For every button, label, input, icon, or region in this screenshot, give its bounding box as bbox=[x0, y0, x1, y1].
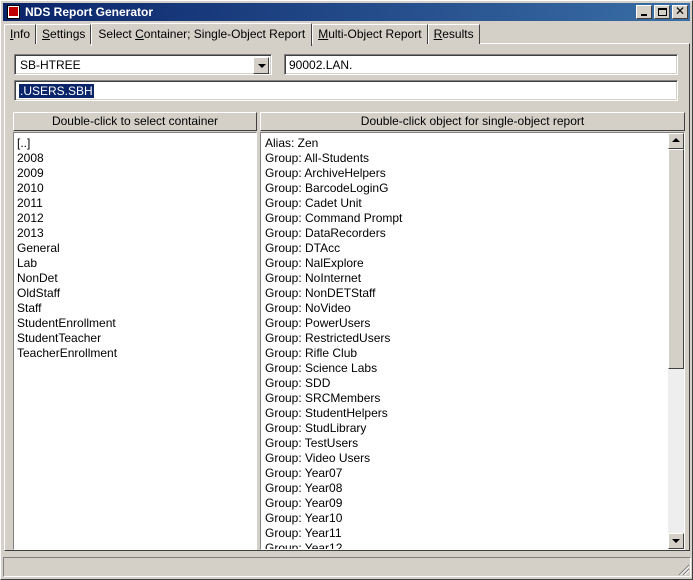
container-list-item[interactable]: Lab bbox=[14, 256, 256, 271]
object-list-item[interactable]: Group: PowerUsers bbox=[262, 316, 684, 331]
container-list-item[interactable]: Staff bbox=[14, 301, 256, 316]
object-list-item[interactable]: Group: StudentHelpers bbox=[262, 406, 684, 421]
context-field[interactable]: 90002.LAN. bbox=[284, 54, 678, 75]
object-list-item[interactable]: Group: Rifle Club bbox=[262, 346, 684, 361]
close-icon: ✕ bbox=[674, 4, 686, 18]
object-list-item[interactable]: Group: NoInternet bbox=[262, 271, 684, 286]
tab-select-container[interactable]: Select Container; Single-Object Report bbox=[91, 23, 313, 46]
app-window: NDS Report Generator ✕ Info Settings Sel… bbox=[0, 0, 693, 580]
object-list-scrollbar[interactable] bbox=[668, 133, 684, 549]
object-list-item[interactable]: Group: ArchiveHelpers bbox=[262, 166, 684, 181]
object-list-item[interactable]: Group: TestUsers bbox=[262, 436, 684, 451]
object-list-item[interactable]: Group: SDD bbox=[262, 376, 684, 391]
container-list-item[interactable]: OldStaff bbox=[14, 286, 256, 301]
chevron-down-icon bbox=[258, 64, 266, 68]
container-field-selection: .USERS.SBH bbox=[19, 84, 94, 98]
tree-dropdown-button[interactable] bbox=[253, 57, 269, 74]
object-list-item[interactable]: Group: Video Users bbox=[262, 451, 684, 466]
container-field[interactable]: .USERS.SBH bbox=[14, 80, 678, 101]
object-list-item[interactable]: Group: NalExplore bbox=[262, 256, 684, 271]
container-list-item[interactable]: [..] bbox=[14, 136, 256, 151]
scroll-thumb[interactable] bbox=[668, 149, 684, 369]
object-list-item[interactable]: Alias: Zen bbox=[262, 136, 684, 151]
container-list-item[interactable]: 2012 bbox=[14, 211, 256, 226]
container-list-item[interactable]: 2013 bbox=[14, 226, 256, 241]
maximize-button[interactable] bbox=[654, 5, 670, 19]
object-list-item[interactable]: Group: StudLibrary bbox=[262, 421, 684, 436]
tab-multi-object-report[interactable]: Multi-Object Report bbox=[312, 24, 428, 44]
container-list-item[interactable]: StudentEnrollment bbox=[14, 316, 256, 331]
object-list-item[interactable]: Group: RestrictedUsers bbox=[262, 331, 684, 346]
container-list-header: Double-click to select container bbox=[13, 112, 257, 131]
object-list-item[interactable]: Group: SRCMembers bbox=[262, 391, 684, 406]
container-list-item[interactable]: StudentTeacher bbox=[14, 331, 256, 346]
container-list-item[interactable]: 2011 bbox=[14, 196, 256, 211]
window-title: NDS Report Generator bbox=[25, 5, 154, 19]
object-list-item[interactable]: Group: Command Prompt bbox=[262, 211, 684, 226]
object-list-item[interactable]: Group: Year11 bbox=[262, 526, 684, 541]
scroll-up-button[interactable] bbox=[668, 133, 684, 149]
container-list-item[interactable]: 2008 bbox=[14, 151, 256, 166]
minimize-button[interactable] bbox=[636, 5, 652, 19]
close-button[interactable]: ✕ bbox=[672, 4, 688, 19]
object-list-item[interactable]: Group: Year07 bbox=[262, 466, 684, 481]
container-list[interactable]: [..] 2008 2009 2010 2011 2012 2013 General Lab No… bbox=[13, 132, 257, 550]
status-bar bbox=[3, 557, 691, 577]
object-list-item[interactable]: Group: NoVideo bbox=[262, 301, 684, 316]
object-list-item[interactable]: Group: Cadet Unit bbox=[262, 196, 684, 211]
resize-grip-icon[interactable] bbox=[677, 563, 689, 575]
tab-strip: Info Settings Select Container; Single-O… bbox=[4, 22, 480, 46]
scroll-down-button[interactable] bbox=[668, 533, 684, 549]
object-list-header: Double-click object for single-object re… bbox=[260, 112, 685, 131]
object-list-item[interactable]: Group: Science Labs bbox=[262, 361, 684, 376]
tab-results[interactable]: Results bbox=[427, 24, 480, 44]
object-list-item[interactable]: Group: Year08 bbox=[262, 481, 684, 496]
object-list-item[interactable]: Group: NonDETStaff bbox=[262, 286, 684, 301]
container-list-item[interactable]: 2010 bbox=[14, 181, 256, 196]
container-list-item[interactable]: TeacherEnrollment bbox=[14, 346, 256, 361]
object-list-item[interactable]: Group: Year10 bbox=[262, 511, 684, 526]
object-list-item[interactable]: Group: BarcodeLoginG bbox=[262, 181, 684, 196]
scroll-down-icon bbox=[672, 539, 680, 543]
object-list-item[interactable]: Group: Year12 bbox=[262, 541, 684, 549]
object-list-item[interactable]: Group: All-Students bbox=[262, 151, 684, 166]
nds-report-icon[interactable] bbox=[6, 5, 22, 19]
status-panel bbox=[3, 557, 691, 577]
tree-select[interactable]: SB-HTREE bbox=[14, 54, 272, 75]
object-list-item[interactable]: Group: DTAcc bbox=[262, 241, 684, 256]
scroll-up-icon bbox=[672, 138, 680, 142]
container-list-item[interactable]: 2009 bbox=[14, 166, 256, 181]
container-list-item[interactable]: General bbox=[14, 241, 256, 256]
container-list-item[interactable]: NonDet bbox=[14, 271, 256, 286]
minimize-icon bbox=[641, 14, 647, 16]
maximize-icon bbox=[658, 8, 667, 16]
tab-info[interactable]: Info bbox=[4, 24, 37, 44]
tab-settings[interactable]: Settings bbox=[36, 24, 92, 44]
tree-select-value: SB-HTREE bbox=[20, 58, 81, 72]
object-list-item[interactable]: Group: Year09 bbox=[262, 496, 684, 511]
title-bar[interactable]: NDS Report Generator ✕ bbox=[3, 3, 690, 21]
object-list[interactable]: Alias: Zen Group: All-Students Group: Arch… bbox=[260, 132, 685, 550]
object-list-item[interactable]: Group: DataRecorders bbox=[262, 226, 684, 241]
